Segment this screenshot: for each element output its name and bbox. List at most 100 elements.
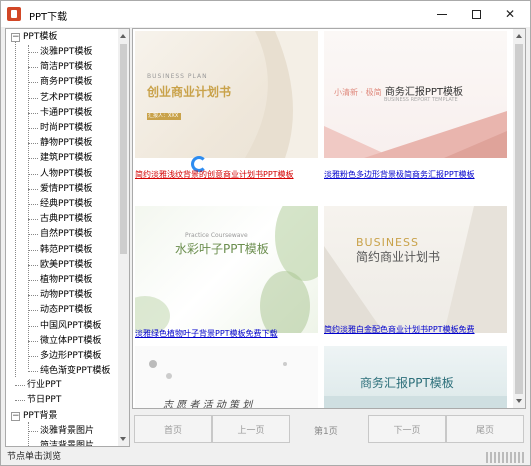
tree-line — [15, 42, 16, 377]
window-title: PPT下载 — [29, 12, 68, 23]
card-title-wrap: 小清新 · 极简 商务汇报PPT模板 — [334, 83, 463, 98]
close-button[interactable]: ✕ — [493, 1, 527, 27]
card-subtitle: BUSINESS PLAN — [147, 73, 208, 80]
tree-node-template-category[interactable]: 商务PPT模板 — [40, 75, 92, 90]
tree-line — [28, 82, 38, 84]
tree-line — [15, 400, 25, 401]
scroll-down-icon[interactable] — [120, 437, 126, 441]
tree-node-template-category[interactable]: 古典PPT模板 — [40, 212, 92, 227]
next-page-button[interactable]: 下一页 — [368, 415, 446, 443]
tree-node-template-category[interactable]: 建筑PPT模板 — [40, 151, 92, 166]
tree-line — [28, 173, 38, 175]
tree-node-template-category[interactable]: 植物PPT模板 — [40, 273, 92, 288]
thumbnail-art — [135, 206, 318, 333]
main-window: PPT下载 ✕ − PPT模板 淡雅PPT模板 简洁PPT模板 商务PPT模板 艺术P… — [0, 0, 531, 466]
tree-node-template-category[interactable]: 人物PPT模板 — [40, 167, 92, 182]
tree-line — [28, 310, 38, 312]
minimize-button[interactable] — [425, 1, 459, 27]
close-icon: ✕ — [504, 7, 516, 21]
template-grid: BUSINESS PLAN 创业商业计划书 汇报人：XXX 简约淡雅浅纹背景的创… — [132, 28, 526, 409]
card-title: 创业商业计划书 — [147, 85, 232, 99]
tree-node-template-category[interactable]: 韩范PPT模板 — [40, 243, 92, 258]
tree-line — [28, 431, 38, 432]
tree-node-template-category[interactable]: 简洁PPT模板 — [40, 60, 92, 75]
tree-node-template-category[interactable]: 淡雅PPT模板 — [40, 45, 92, 60]
last-page-button[interactable]: 尾页 — [446, 415, 524, 443]
category-tree[interactable]: − PPT模板 淡雅PPT模板 简洁PPT模板 商务PPT模板 艺术PPT模板 卡通PP… — [5, 28, 130, 447]
scroll-up-icon[interactable] — [516, 34, 522, 38]
tree-line — [28, 97, 38, 99]
tree-node-industry-ppt[interactable]: 行业PPT — [27, 378, 61, 393]
collapse-icon[interactable]: − — [11, 412, 20, 421]
tree-node-bg-elegant[interactable]: 淡雅背景图片 — [40, 424, 94, 439]
tree-line — [28, 143, 38, 145]
grid-scrollbar[interactable] — [513, 29, 525, 408]
tree-node-template-category[interactable]: 动态PPT模板 — [40, 303, 92, 318]
template-thumbnail[interactable]: BUSINESS 简约商业计划书 — [324, 206, 507, 333]
maximize-button[interactable] — [459, 1, 493, 27]
tree-node-ppt-templates[interactable]: PPT模板 — [23, 30, 57, 45]
powerpoint-icon — [7, 7, 21, 21]
tree-node-template-category[interactable]: 微立体PPT模板 — [40, 334, 101, 349]
card-title: 商务汇报PPT模板 — [360, 376, 454, 390]
template-thumbnail[interactable]: 志 愿 者 活 动 策 划 — [135, 346, 318, 408]
tree-scroll-thumb[interactable] — [120, 44, 127, 254]
tree-line — [28, 188, 38, 190]
card-tag: 汇报人：XXX — [148, 113, 179, 119]
tree-node-template-category[interactable]: 卡通PPT模板 — [40, 106, 92, 121]
status-bar: 节点单击浏览 — [1, 448, 530, 465]
template-thumbnail[interactable]: 小清新 · 极简 商务汇报PPT模板 BUSINESS REPORT TEMPL… — [324, 31, 507, 158]
grid-scroll-thumb[interactable] — [515, 44, 523, 394]
template-link[interactable]: 简约淡雅浅纹背景的创意商业计划书PPT模板 — [135, 169, 325, 180]
tree-node-template-category[interactable]: 纯色渐变PPT模板 — [40, 364, 110, 379]
tree-node-template-category[interactable]: 动物PPT模板 — [40, 288, 92, 303]
template-link[interactable]: 简约淡雅白金配色商业计划书PPT模板免费 — [324, 324, 514, 335]
scroll-up-icon[interactable] — [120, 34, 126, 38]
tree-line — [28, 52, 38, 53]
tree-line — [28, 422, 29, 446]
status-text: 节点单击浏览 — [7, 452, 62, 462]
card-title: 简约商业计划书 — [356, 250, 441, 264]
prev-page-button[interactable]: 上一页 — [212, 415, 290, 443]
card-title: 志 愿 者 活 动 策 划 — [163, 400, 253, 408]
tree-node-template-category[interactable]: 时尚PPT模板 — [40, 121, 92, 136]
tree-node-bg-simple[interactable]: 简洁背景图片 — [40, 439, 94, 446]
tree-node-template-category[interactable]: 中国风PPT模板 — [40, 319, 101, 334]
minimize-icon — [437, 13, 447, 15]
tree-line — [28, 249, 38, 251]
tree-line — [28, 280, 38, 281]
page-label: 第1页 — [314, 427, 338, 437]
tree-line — [28, 112, 38, 114]
title-bar: PPT下载 ✕ — [1, 1, 530, 27]
tree-line — [28, 356, 38, 357]
pager: 首页 上一页 第1页 下一页 尾页 — [132, 413, 526, 447]
tree-line — [28, 295, 38, 297]
tree-line — [28, 340, 38, 342]
tree-line — [28, 446, 38, 447]
tree-line — [15, 385, 25, 386]
tree-line — [28, 219, 38, 221]
card-title: 水彩叶子PPT模板 — [175, 242, 269, 256]
template-thumbnail[interactable]: Practice Coursewave 水彩叶子PPT模板 — [135, 206, 318, 333]
card-prefix: 小清新 · 极简 — [334, 88, 382, 97]
collapse-icon[interactable]: − — [11, 33, 20, 42]
tree-node-template-category[interactable]: 欧美PPT模板 — [40, 258, 92, 273]
template-link[interactable]: 淡雅粉色多边形背景极简商务汇报PPT模板 — [324, 169, 514, 180]
template-link[interactable]: 淡雅绿色植物叶子背景PPT模板免费下载 — [135, 328, 325, 339]
template-thumbnail[interactable]: BUSINESS PLAN 创业商业计划书 汇报人：XXX — [135, 31, 318, 158]
tree-node-template-category[interactable]: 经典PPT模板 — [40, 197, 92, 212]
tree-node-template-category[interactable]: 自然PPT模板 — [40, 227, 92, 242]
tree-scrollbar[interactable] — [118, 29, 129, 446]
first-page-button[interactable]: 首页 — [134, 415, 212, 443]
tree-node-template-category[interactable]: 多边形PPT模板 — [40, 349, 101, 364]
resize-grip-icon[interactable] — [486, 452, 526, 463]
scroll-down-icon[interactable] — [516, 399, 522, 403]
tree-node-template-category[interactable]: 艺术PPT模板 — [40, 91, 92, 106]
tree-node-template-category[interactable]: 静物PPT模板 — [40, 136, 92, 151]
maximize-icon — [471, 9, 481, 19]
tree-node-holiday-ppt[interactable]: 节日PPT — [27, 393, 61, 408]
tree-line — [28, 325, 38, 327]
tree-node-template-category[interactable]: 爱情PPT模板 — [40, 182, 92, 197]
template-thumbnail[interactable]: 商务汇报PPT模板 — [324, 346, 507, 408]
tree-line — [28, 158, 38, 160]
